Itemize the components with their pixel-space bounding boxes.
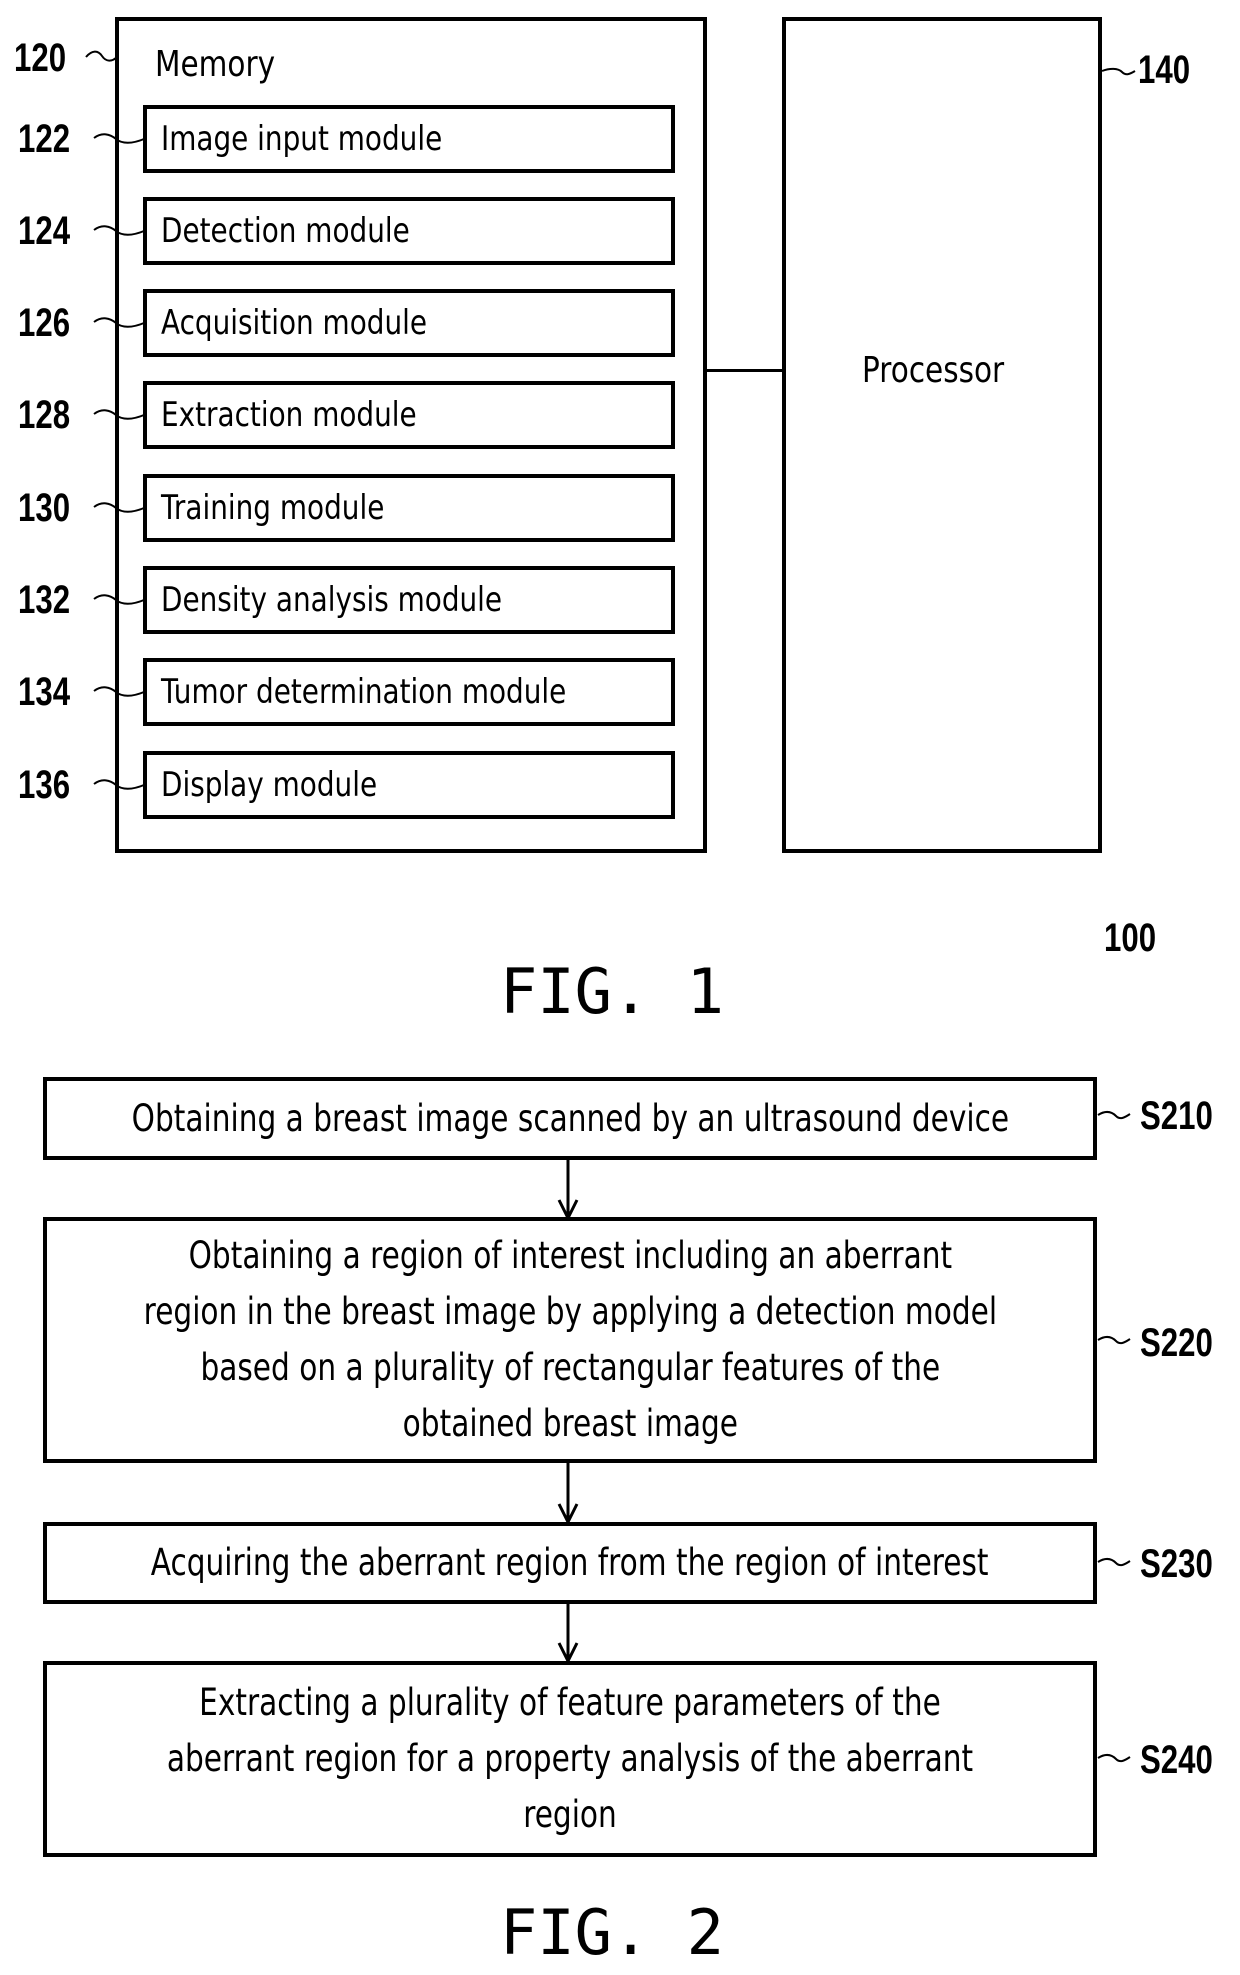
- step-s230-box: Acquiring the aberrant region from the r…: [43, 1522, 1097, 1604]
- processor-block: Processor: [782, 17, 1102, 853]
- system-ref-number: 100: [1104, 916, 1157, 960]
- memory-leader-icon: [85, 50, 118, 62]
- step-s220-box: Obtaining a region of interest including…: [43, 1217, 1097, 1463]
- module-leader-icon: [93, 779, 145, 790]
- step-s220-text: Obtaining a region of interest including…: [143, 1234, 997, 1445]
- step-s240-box: Extracting a plurality of feature parame…: [43, 1661, 1097, 1857]
- step-s230-text: Acquiring the aberrant region from the r…: [151, 1541, 989, 1584]
- module-leader-icon: [93, 133, 145, 144]
- module-image-input: Image input module: [143, 105, 675, 173]
- module-ref-number: 128: [18, 393, 71, 437]
- module-leader-icon: [93, 686, 145, 697]
- step-ref-number: S240: [1140, 1738, 1213, 1782]
- module-leader-icon: [93, 225, 145, 236]
- step-ref-number: S210: [1140, 1094, 1213, 1138]
- step-leader-icon: [1097, 1336, 1131, 1345]
- module-detection: Detection module: [143, 197, 675, 265]
- arrow-down-icon: [557, 1160, 579, 1220]
- processor-label: Processor: [862, 350, 1005, 391]
- module-ref-number: 136: [18, 763, 71, 807]
- module-extraction: Extraction module: [143, 381, 675, 449]
- module-ref-number: 126: [18, 301, 71, 345]
- memory-label: Memory: [155, 44, 276, 85]
- step-s240-text: Extracting a plurality of feature parame…: [166, 1681, 974, 1836]
- figure-2-caption: FIG. 2: [500, 1896, 724, 1969]
- module-ref-number: 134: [18, 670, 71, 714]
- module-ref-number: 122: [18, 117, 71, 161]
- memory-ref-number: 120: [14, 36, 67, 80]
- step-ref-number: S230: [1140, 1542, 1213, 1586]
- step-leader-icon: [1097, 1754, 1131, 1763]
- module-leader-icon: [93, 317, 145, 328]
- step-leader-icon: [1097, 1111, 1131, 1120]
- processor-leader-icon: [1101, 67, 1136, 76]
- module-leader-icon: [93, 502, 145, 513]
- memory-processor-connector: [705, 369, 787, 372]
- module-ref-number: 124: [18, 209, 71, 253]
- module-tumor-determination: Tumor determination module: [143, 658, 675, 726]
- module-ref-number: 132: [18, 578, 71, 622]
- step-s210-box: Obtaining a breast image scanned by an u…: [43, 1077, 1097, 1160]
- module-leader-icon: [93, 594, 145, 605]
- step-s210-text: Obtaining a breast image scanned by an u…: [131, 1096, 1009, 1140]
- module-leader-icon: [93, 409, 145, 420]
- module-training: Training module: [143, 474, 675, 542]
- figure-1-caption: FIG. 1: [500, 955, 724, 1028]
- step-leader-icon: [1097, 1558, 1131, 1567]
- module-ref-number: 130: [18, 486, 71, 530]
- module-density-analysis: Density analysis module: [143, 566, 675, 634]
- module-acquisition: Acquisition module: [143, 289, 675, 357]
- module-display: Display module: [143, 751, 675, 819]
- arrow-down-icon: [557, 1463, 579, 1524]
- arrow-down-icon: [557, 1604, 579, 1663]
- processor-ref-number: 140: [1138, 48, 1191, 92]
- step-ref-number: S220: [1140, 1321, 1213, 1365]
